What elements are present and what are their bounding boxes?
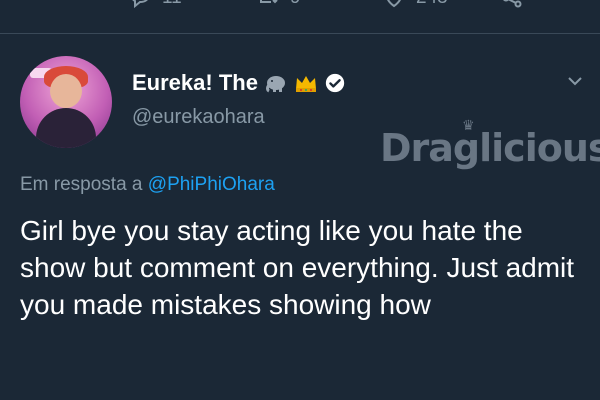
reply-mention-link[interactable]: @PhiPhiOhara — [148, 174, 275, 195]
tweet-text: Girl bye you stay acting like you hate t… — [20, 215, 575, 320]
reply-icon — [132, 0, 148, 9]
share-icon — [503, 0, 522, 8]
retweet-count: 9 — [290, 0, 301, 9]
like-button[interactable]: 243 — [382, 0, 448, 10]
watermark-logo: Draglicious ♛ — [380, 118, 600, 170]
user-handle[interactable]: @eurekaohara — [132, 106, 265, 129]
retweet-icon — [260, 0, 278, 4]
watermark-text: Draglicious — [380, 126, 600, 170]
reply-context: Em resposta a @PhiPhiOhara — [20, 174, 275, 196]
avatar-face — [50, 74, 82, 108]
elephant-emoji-icon — [265, 76, 285, 93]
chevron-down-icon[interactable] — [566, 72, 584, 90]
watermark-crown-icon: ♛ — [462, 118, 475, 134]
reply-prefix: Em resposta a — [20, 174, 143, 195]
crown-emoji-icon — [295, 76, 316, 92]
user-name-row[interactable]: Eureka! The — [132, 70, 346, 96]
share-button[interactable] — [500, 0, 524, 10]
retweet-button[interactable]: 9 — [256, 0, 301, 10]
verified-badge-icon — [325, 73, 345, 93]
reply-button[interactable]: 11 — [128, 0, 182, 10]
avatar-body — [36, 108, 96, 148]
divider — [0, 33, 600, 34]
tweet-action-bar: 11 9 243 — [0, 0, 600, 16]
display-name[interactable]: Eureka! The — [132, 70, 258, 96]
reply-count: 11 — [162, 0, 182, 9]
heart-icon — [387, 0, 401, 8]
like-count: 243 — [416, 0, 448, 9]
avatar[interactable] — [20, 56, 112, 148]
